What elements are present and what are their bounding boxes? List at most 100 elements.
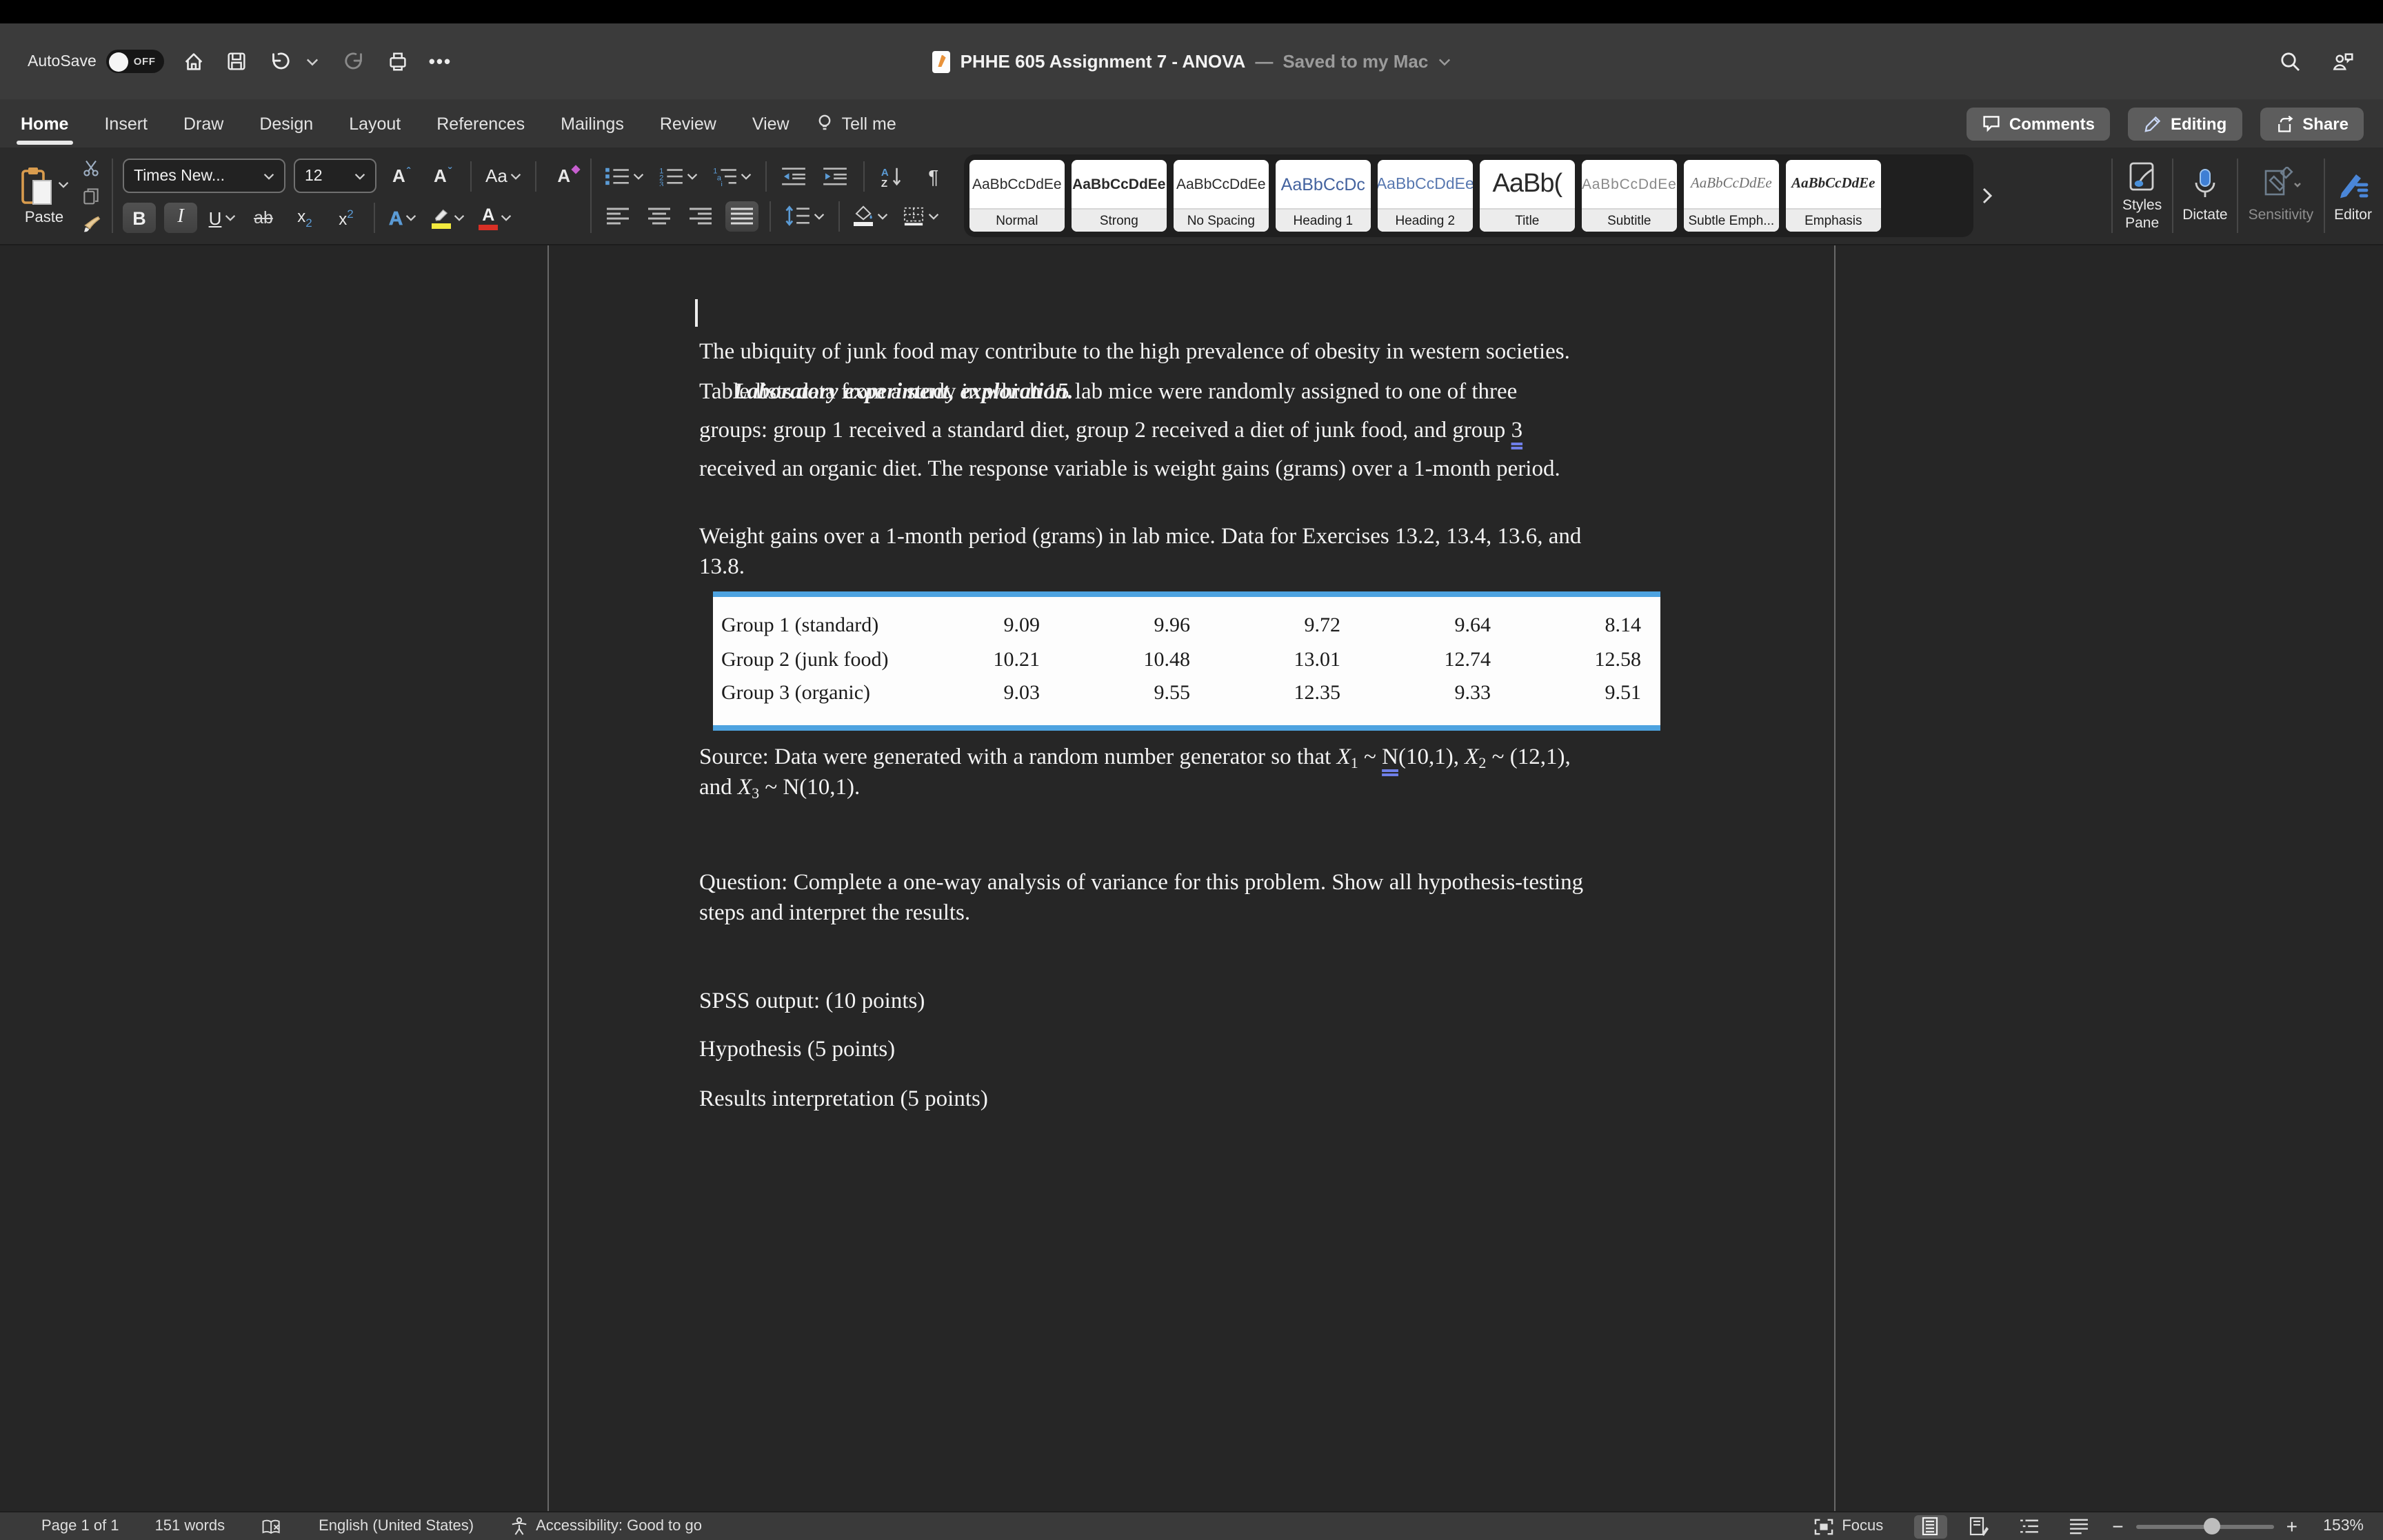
focus-toggle[interactable]: Focus (1813, 1517, 1883, 1535)
sensitivity-icon (2260, 168, 2302, 203)
style-heading1[interactable]: AaBbCcDcHeading 1 (1276, 160, 1371, 232)
draft-view-button[interactable] (2062, 1514, 2095, 1538)
save-status[interactable]: Saved to my Mac (1283, 51, 1428, 72)
increase-indent-button[interactable] (819, 161, 852, 191)
shading-button[interactable] (851, 201, 891, 231)
bold-button[interactable]: B (123, 203, 156, 233)
multilevel-list-button[interactable]: 1ai (709, 161, 754, 191)
font-size-select[interactable]: 12 (294, 159, 376, 193)
grow-font-button[interactable]: Aˆ (385, 161, 418, 191)
print-layout-view-button[interactable] (1913, 1514, 1947, 1538)
tab-home[interactable]: Home (3, 99, 86, 148)
style-normal[interactable]: AaBbCcDdEeNormal (969, 160, 1065, 232)
tell-me[interactable]: Tell me (816, 113, 896, 134)
save-icon[interactable] (225, 49, 250, 74)
style-subtle-emphasis[interactable]: AaBbCcDdEeSubtle Emph... (1684, 160, 1779, 232)
bullets-button[interactable] (601, 161, 647, 191)
tab-layout[interactable]: Layout (331, 99, 419, 148)
font-name-chevron-icon (263, 172, 274, 180)
zoom-slider-thumb[interactable] (2204, 1518, 2220, 1534)
font-name-select[interactable]: Times New... (123, 159, 285, 193)
style-heading2[interactable]: AaBbCcDdEeHeading 2 (1378, 160, 1473, 232)
zoom-out-button[interactable]: − (2112, 1517, 2123, 1536)
ribbon-tab-bar: HomeInsertDrawDesign Layout ReferencesMail… (0, 99, 2383, 148)
undo-icon[interactable] (268, 49, 292, 74)
paste-button[interactable]: Paste (19, 165, 69, 226)
bullets-chevron-icon (633, 172, 644, 180)
change-case-button[interactable]: Aa (483, 161, 524, 191)
share-button[interactable]: Share (2260, 107, 2364, 140)
style-strong[interactable]: AaBbCcDdEeStrong (1072, 160, 1167, 232)
undo-chevron-icon[interactable] (301, 49, 325, 74)
accessibility-status[interactable]: Accessibility: Good to go (510, 1517, 702, 1536)
justify-button[interactable] (725, 201, 758, 231)
styles-gallery-more-icon[interactable] (1982, 188, 1993, 204)
style-title[interactable]: AaBb(Title (1480, 160, 1575, 232)
font-size-chevron-icon (354, 172, 365, 180)
zoom-slider[interactable] (2136, 1524, 2274, 1528)
tab-review[interactable]: Review (642, 99, 734, 148)
font-size-value: 12 (305, 168, 346, 184)
sort-button[interactable]: AZ (876, 161, 909, 191)
italic-button[interactable]: I (164, 203, 197, 233)
word-count[interactable]: 151 words (155, 1518, 225, 1534)
style-emphasis[interactable]: AaBbCcDdEeEmphasis (1786, 160, 1881, 232)
page-indicator[interactable]: Page 1 of 1 (41, 1518, 119, 1534)
font-color-button[interactable]: A (476, 203, 514, 233)
web-layout-view-button[interactable] (1963, 1514, 1996, 1538)
highlight-button[interactable] (428, 203, 467, 233)
align-right-button[interactable] (684, 201, 717, 231)
document-canvas[interactable]: Laboratory experiment, exploration. The … (0, 245, 2383, 1511)
outline-view-button[interactable] (2013, 1514, 2046, 1538)
tab-label: Layout (349, 114, 401, 133)
numbering-chevron-icon (687, 172, 698, 180)
text-effects-button[interactable]: A (386, 203, 419, 233)
underline-button[interactable]: U (205, 203, 239, 233)
feedback-icon[interactable] (2331, 49, 2355, 74)
styles-pane-button[interactable]: StylesPane (2122, 161, 2162, 231)
copy-icon[interactable] (80, 185, 102, 206)
home-icon[interactable] (182, 49, 207, 74)
more-commands-icon[interactable]: ••• (429, 51, 452, 72)
paragraph-marks-button[interactable]: ¶ (917, 161, 950, 191)
style-no-spacing[interactable]: AaBbCcDdEeNo Spacing (1174, 160, 1269, 232)
table-cell-value: 9.55 (1040, 682, 1190, 706)
comments-button[interactable]: Comments (1967, 107, 2110, 140)
editing-button[interactable]: Editing (2128, 107, 2242, 140)
numbering-button[interactable]: 123 (655, 161, 701, 191)
zoom-in-button[interactable]: + (2286, 1517, 2297, 1536)
superscript-button[interactable]: x2 (330, 203, 363, 233)
tab-insert[interactable]: Insert (86, 99, 165, 148)
align-left-button[interactable] (601, 201, 634, 231)
decrease-indent-button[interactable] (778, 161, 811, 191)
search-icon[interactable] (2278, 49, 2303, 74)
format-painter-icon[interactable] (80, 213, 102, 234)
editor-button[interactable]: Editor (2334, 168, 2372, 224)
dictate-button[interactable]: Dictate (2182, 168, 2227, 224)
language-indicator[interactable]: English (United States) (319, 1518, 474, 1534)
document-page[interactable]: Laboratory experiment, exploration. The … (699, 245, 1673, 1132)
table-cell-value: 12.35 (1190, 682, 1340, 706)
subscript-button[interactable]: x2 (288, 203, 321, 233)
shrink-font-button[interactable]: Aˇ (426, 161, 459, 191)
strikethrough-button[interactable]: ab (247, 203, 280, 233)
proofing-status[interactable] (261, 1517, 283, 1535)
tab-mailings[interactable]: Mailings (543, 99, 642, 148)
style-subtitle[interactable]: AaBbCcDdEeSubtitle (1582, 160, 1677, 232)
print-icon[interactable] (386, 49, 411, 74)
tab-draw[interactable]: Draw (165, 99, 241, 148)
tab-view[interactable]: View (734, 99, 807, 148)
cut-icon[interactable] (80, 158, 102, 179)
line-spacing-button[interactable] (782, 201, 827, 231)
tab-design[interactable]: Design (241, 99, 331, 148)
zoom-level[interactable]: 153% (2314, 1518, 2364, 1534)
styles-pane-label-2: Pane (2125, 214, 2159, 231)
autosave-toggle[interactable]: OFF (106, 50, 164, 73)
borders-button[interactable] (899, 201, 942, 231)
save-status-chevron-icon[interactable] (1438, 57, 1450, 65)
align-center-button[interactable] (643, 201, 676, 231)
tab-references[interactable]: References (419, 99, 543, 148)
doc-data-table: Group 1 (standard)9.099.969.729.648.14Gr… (713, 592, 1660, 731)
highlighter-icon (430, 207, 451, 223)
clear-formatting-button[interactable]: A◆ (547, 161, 581, 191)
